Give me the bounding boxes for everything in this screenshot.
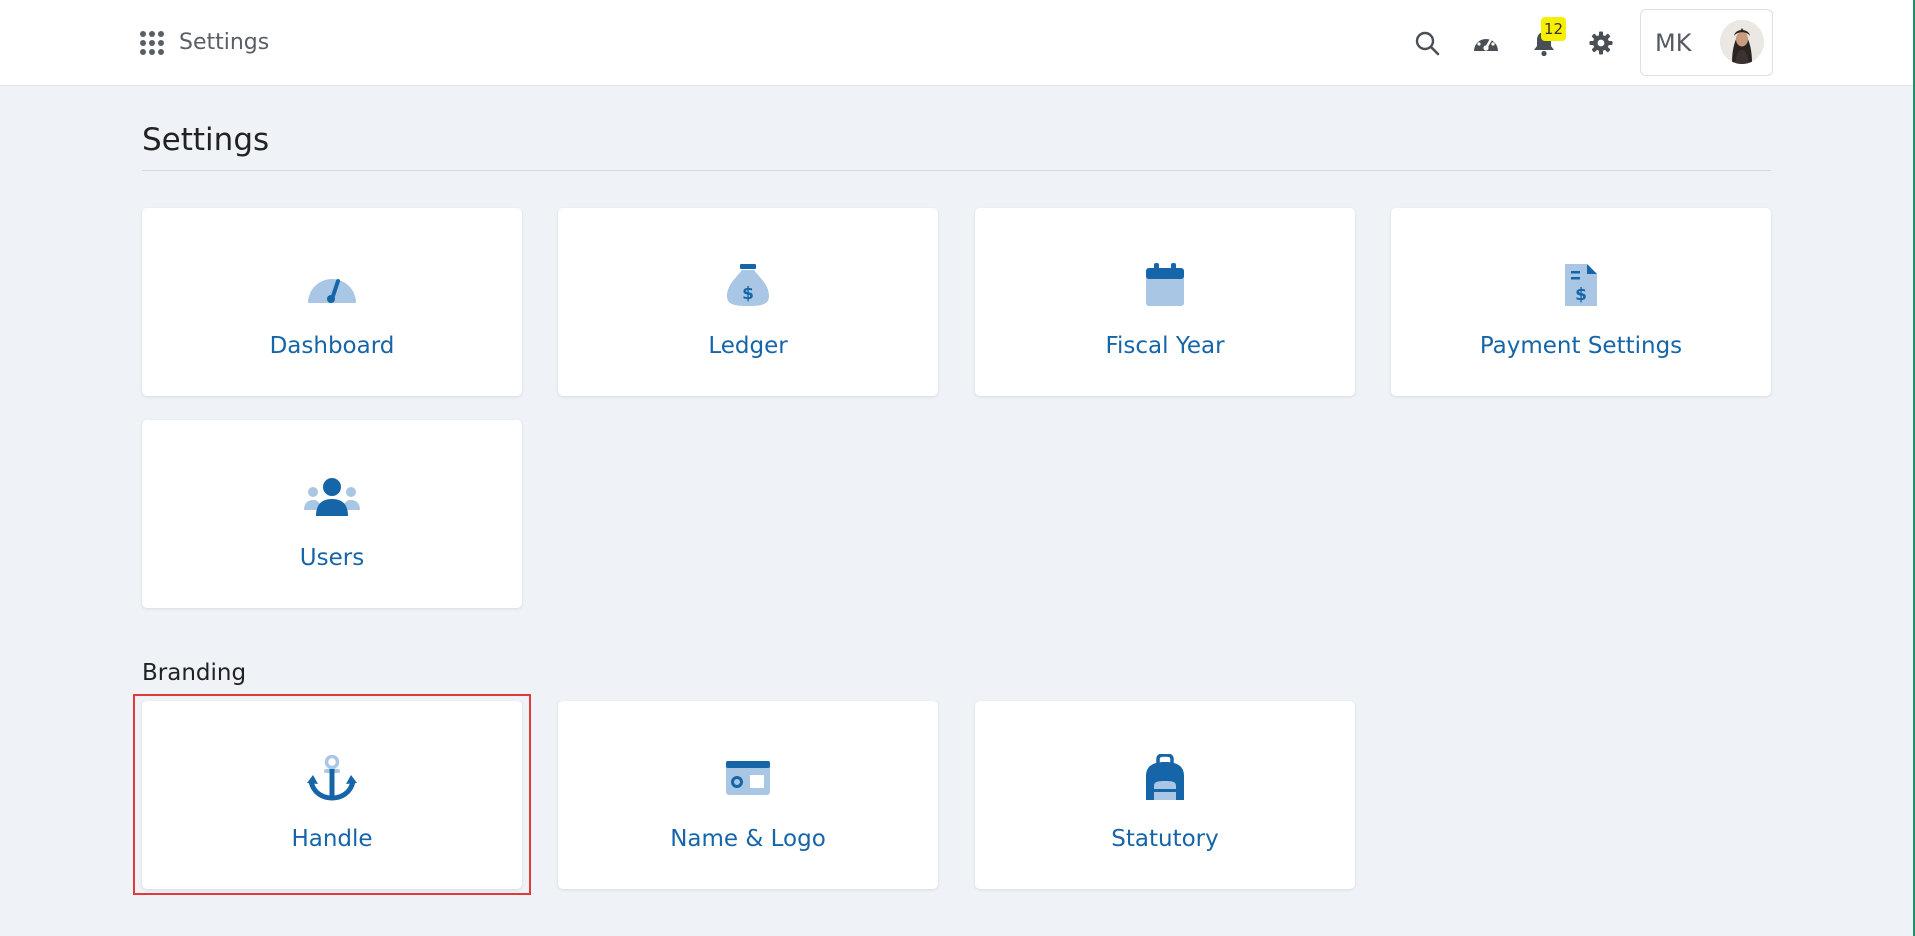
card-label-name-logo: Name & Logo	[670, 826, 826, 852]
handle-card[interactable]: Handle	[142, 701, 522, 889]
card-label-statutory: Statutory	[1111, 826, 1219, 852]
card-label-handle: Handle	[291, 826, 373, 852]
calendar-icon	[1137, 260, 1193, 310]
gear-icon[interactable]	[1584, 26, 1618, 60]
ledger-card[interactable]: $ Ledger	[558, 208, 938, 396]
invoice-icon: $	[1553, 260, 1609, 310]
branding-section-title: Branding	[142, 660, 247, 686]
svg-text:$: $	[742, 284, 754, 304]
page-title: Settings	[142, 122, 270, 158]
app-title[interactable]: Settings	[179, 28, 269, 58]
user-menu-button[interactable]: MK	[1640, 9, 1773, 76]
apps-grid-icon[interactable]	[139, 30, 165, 56]
dashboard-card[interactable]: Dashboard	[142, 208, 522, 396]
id-card-icon	[720, 753, 776, 803]
title-divider	[142, 170, 1771, 171]
name-logo-card[interactable]: Name & Logo	[558, 701, 938, 889]
card-label-ledger: Ledger	[708, 333, 788, 359]
payment-settings-card[interactable]: $ Payment Settings	[1391, 208, 1771, 396]
notification-badge: 12	[1541, 17, 1567, 41]
user-initials: MK	[1655, 29, 1692, 57]
anchor-icon	[304, 753, 360, 803]
dashboard-gauge-icon[interactable]	[1469, 26, 1503, 60]
card-label-fiscal-year: Fiscal Year	[1105, 333, 1225, 359]
search-icon[interactable]	[1410, 26, 1444, 60]
money-bag-icon: $	[720, 260, 776, 310]
card-label-users: Users	[299, 545, 365, 571]
statutory-card[interactable]: Statutory	[975, 701, 1355, 889]
gauge-icon	[304, 260, 360, 310]
svg-text:$: $	[1575, 285, 1587, 305]
card-label-payment-settings: Payment Settings	[1479, 333, 1683, 359]
top-bar: Settings 12 MK	[0, 0, 1915, 86]
avatar	[1720, 20, 1764, 64]
card-label-dashboard: Dashboard	[269, 333, 395, 359]
users-icon	[304, 472, 360, 522]
fiscal-year-card[interactable]: Fiscal Year	[975, 208, 1355, 396]
backpack-icon	[1137, 753, 1193, 803]
users-card[interactable]: Users	[142, 420, 522, 608]
